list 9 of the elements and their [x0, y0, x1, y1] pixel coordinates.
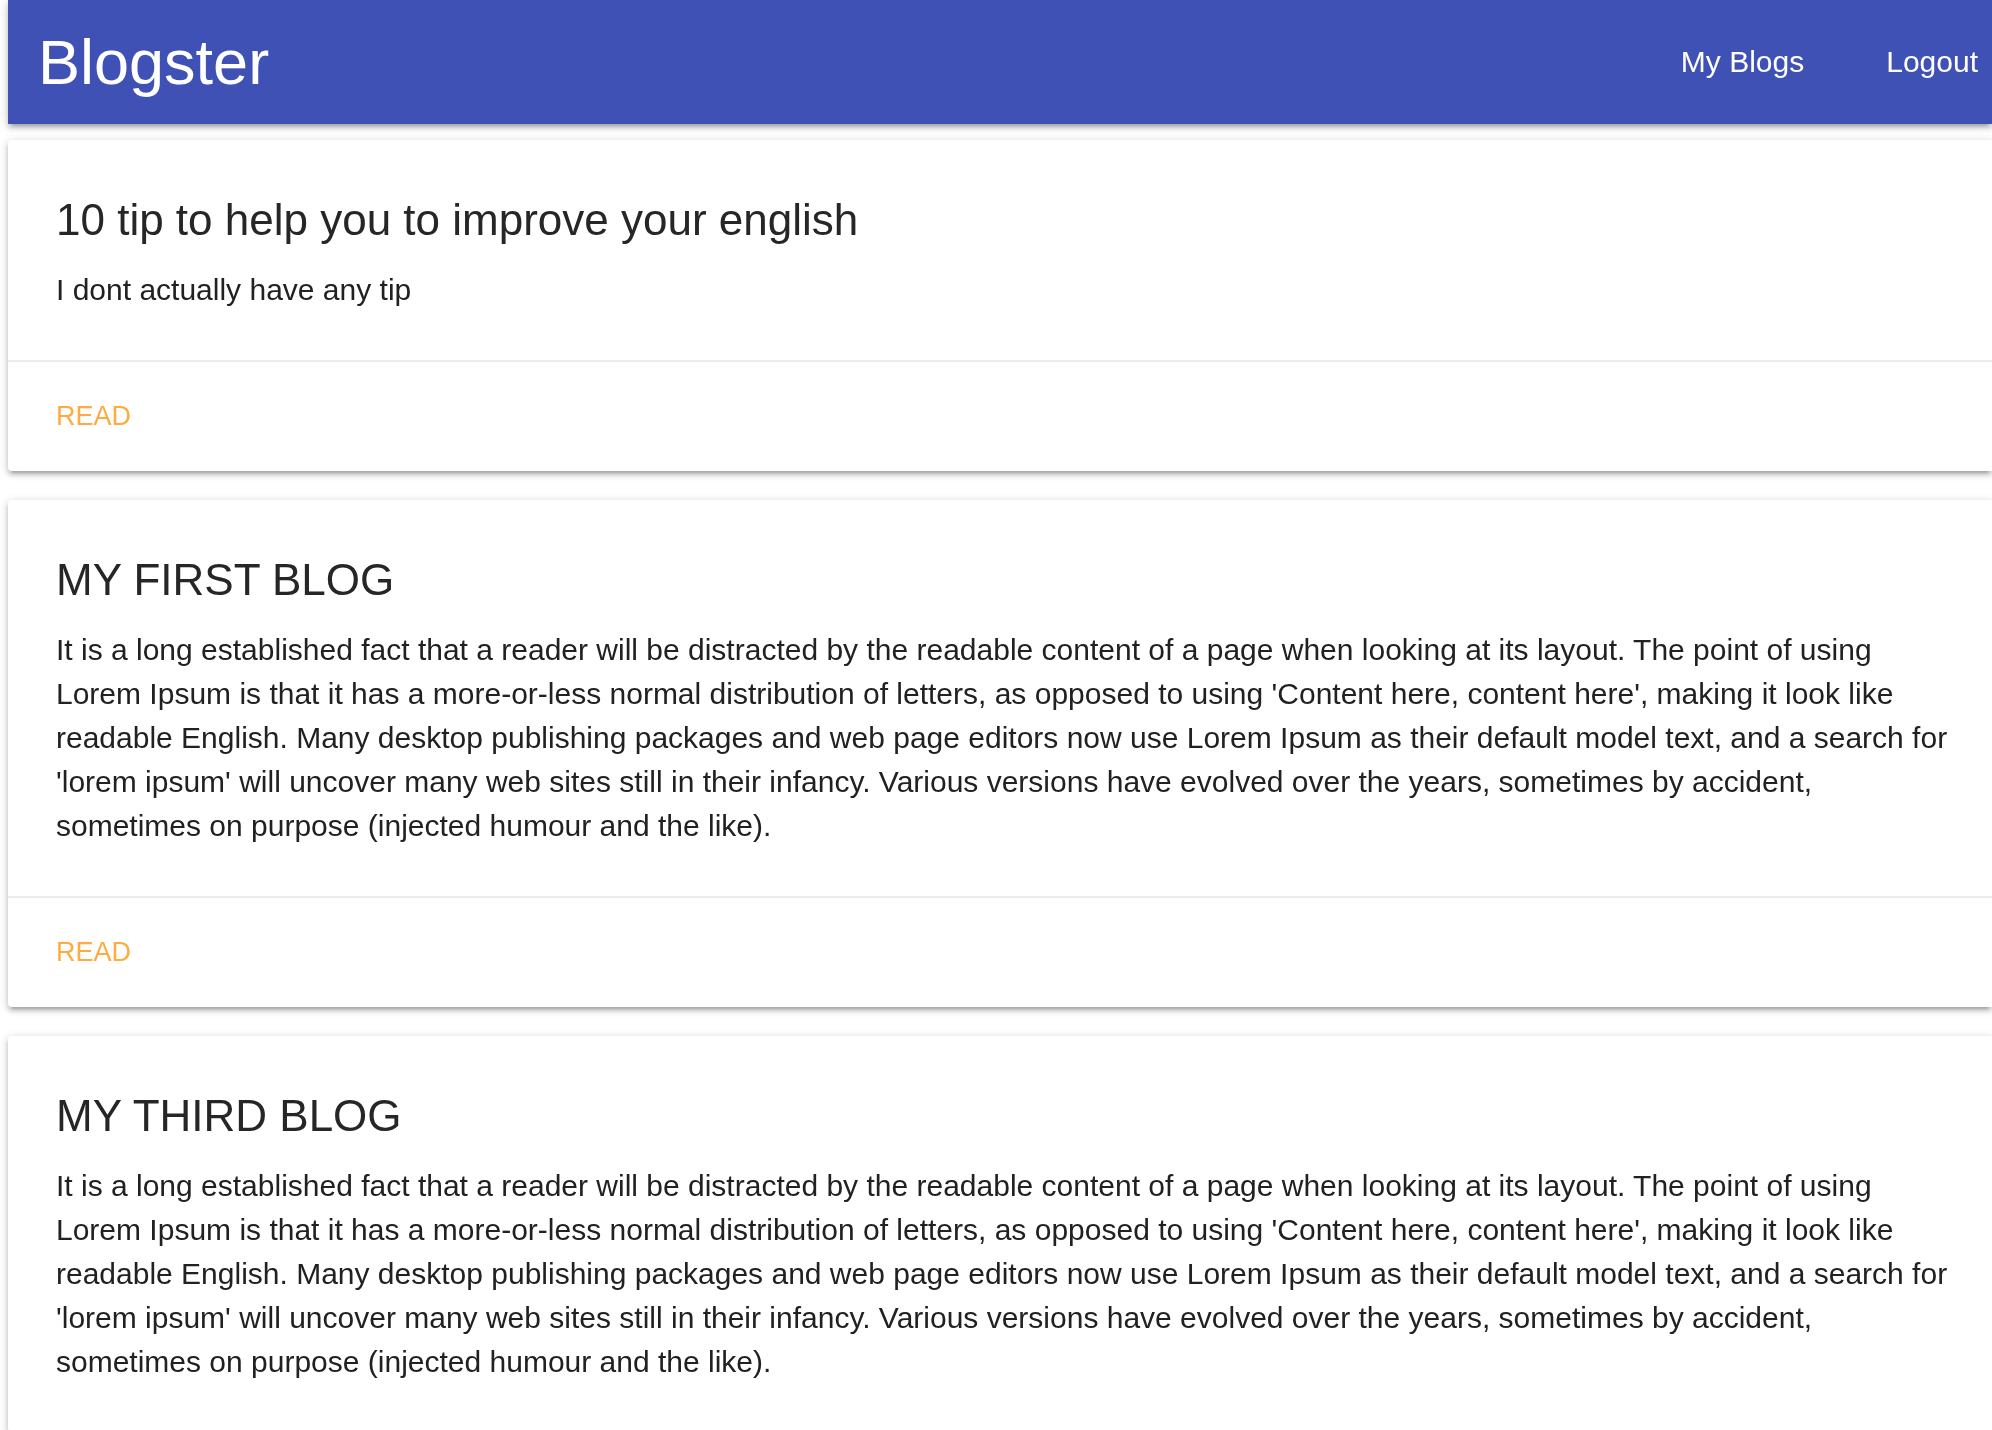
nav-link[interactable]: My Blogs: [1666, 0, 1819, 124]
brand-link[interactable]: Blogster: [38, 0, 270, 124]
post-excerpt: It is a long established fact that a reader will be distracted by the readable content of a page when looking at its layout. The point of using Lorem Ipsum is that it has a more-or-less normal distribution of letters, as opposed to using 'Content here, content here', making it look like readable English. Many desktop publishing packages and web page editors now use Lorem Ipsum as their default model text, and a search for 'lorem ipsum' will uncover many web sites still in their infancy. Various versions have evolved over the years, sometimes by accident, sometimes on purpose (injected humour and the like).: [56, 632, 1949, 844]
post-excerpt: It is a long established fact that a reader will be distracted by the readable content of a page when looking at its layout. The point of using Lorem Ipsum is that it has a more-or-less normal distribution of letters, as opposed to using 'Content here, content here', making it look like readable English. Many desktop publishing packages and web page editors now use Lorem Ipsum as their default model text, and a search for 'lorem ipsum' will uncover many web sites still in their infancy. Various versions have evolved over the years, sometimes by accident, sometimes on purpose (injected humour and the like).: [56, 1168, 1949, 1380]
post-excerpt: I dont actually have any tip: [56, 272, 413, 308]
post-title: MY THIRD BLOG: [56, 1090, 403, 1142]
nav-link[interactable]: Logout: [1872, 0, 1992, 124]
post-title: MY FIRST BLOG: [56, 554, 396, 606]
post-title: 10 tip to help you to improve your english: [56, 194, 860, 246]
